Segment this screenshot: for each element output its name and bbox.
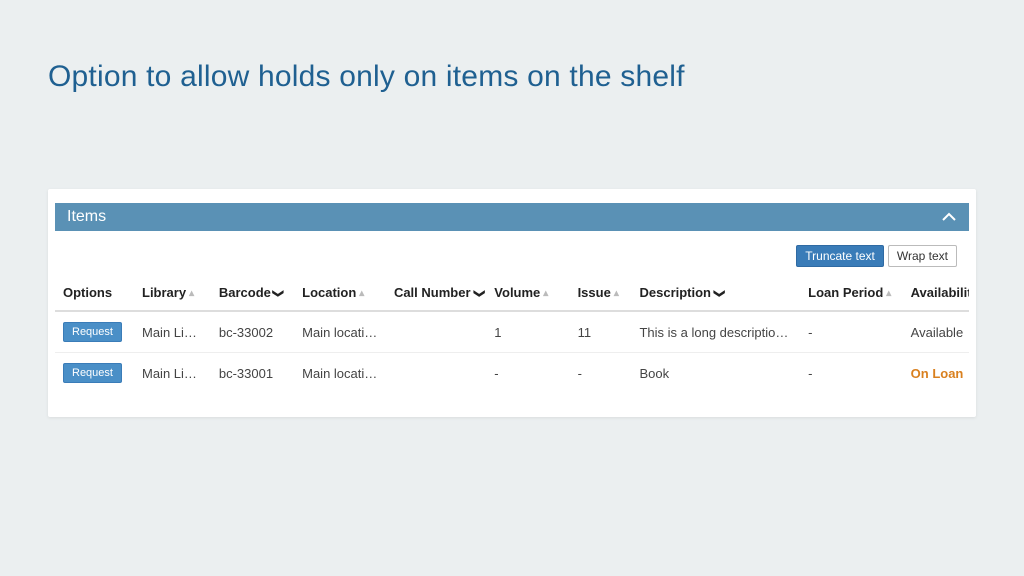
cell-availability: On Loan <box>903 353 969 394</box>
sort-up-icon: ▴ <box>614 288 619 299</box>
col-header-issue[interactable]: Issue▴ <box>570 277 632 311</box>
cell-issue: - <box>570 353 632 394</box>
col-header-location[interactable]: Location▴ <box>294 277 386 311</box>
sort-down-icon: ❯ <box>272 289 285 298</box>
col-header-loan-period[interactable]: Loan Period▴ <box>800 277 902 311</box>
cell-call-number <box>386 353 486 394</box>
table-row: Request Main Librarybc-33001Main location… <box>55 353 969 394</box>
cell-loan-period: - <box>800 353 902 394</box>
cell-availability: Available <box>903 311 969 353</box>
wrap-text-button[interactable]: Wrap text <box>888 245 957 267</box>
cell-description: This is a long description … <box>631 311 800 353</box>
text-mode-toolbar: Truncate text Wrap text <box>55 231 969 277</box>
items-panel: Items Truncate text Wrap text Options <box>48 189 976 417</box>
cell-barcode: bc-33001 <box>211 353 294 394</box>
col-header-description[interactable]: Description❮ <box>631 277 800 311</box>
col-header-call-number[interactable]: Call Number❮ <box>386 277 486 311</box>
cell-location: Main location <box>294 311 386 353</box>
request-button[interactable]: Request <box>63 322 122 342</box>
cell-barcode: bc-33002 <box>211 311 294 353</box>
col-header-library[interactable]: Library▴ <box>134 277 211 311</box>
col-header-availability[interactable]: Availability▴ <box>903 277 969 311</box>
table-header-row: Options Library▴ Barcode❯ Location▴ Call… <box>55 277 969 311</box>
panel-header: Items <box>55 203 969 231</box>
items-table-wrap: Options Library▴ Barcode❯ Location▴ Call… <box>55 277 969 393</box>
table-row: Request Main Librarybc-33002Main location… <box>55 311 969 353</box>
sort-up-icon: ▴ <box>359 288 364 299</box>
sort-up-icon: ▴ <box>886 288 891 299</box>
cell-volume: - <box>486 353 569 394</box>
col-header-volume[interactable]: Volume▴ <box>486 277 569 311</box>
cell-description: Book <box>631 353 800 394</box>
items-table: Options Library▴ Barcode❯ Location▴ Call… <box>55 277 969 393</box>
sort-up-icon: ❮ <box>472 289 485 298</box>
page-title: Option to allow holds only on items on t… <box>48 60 976 94</box>
col-header-options: Options <box>55 277 134 311</box>
sort-up-icon: ▴ <box>189 288 194 299</box>
request-button[interactable]: Request <box>63 363 122 383</box>
cell-loan-period: - <box>800 311 902 353</box>
col-header-barcode[interactable]: Barcode❯ <box>211 277 294 311</box>
cell-issue: 11 <box>570 311 632 353</box>
cell-call-number <box>386 311 486 353</box>
sort-up-icon: ❮ <box>712 289 725 298</box>
cell-library: Main Library <box>134 353 211 394</box>
cell-options: Request <box>55 353 134 394</box>
cell-options: Request <box>55 311 134 353</box>
panel-header-title: Items <box>67 208 106 226</box>
collapse-icon[interactable] <box>941 209 957 225</box>
cell-volume: 1 <box>486 311 569 353</box>
cell-location: Main location <box>294 353 386 394</box>
sort-up-icon: ▴ <box>543 288 548 299</box>
truncate-text-button[interactable]: Truncate text <box>796 245 884 267</box>
cell-library: Main Library <box>134 311 211 353</box>
